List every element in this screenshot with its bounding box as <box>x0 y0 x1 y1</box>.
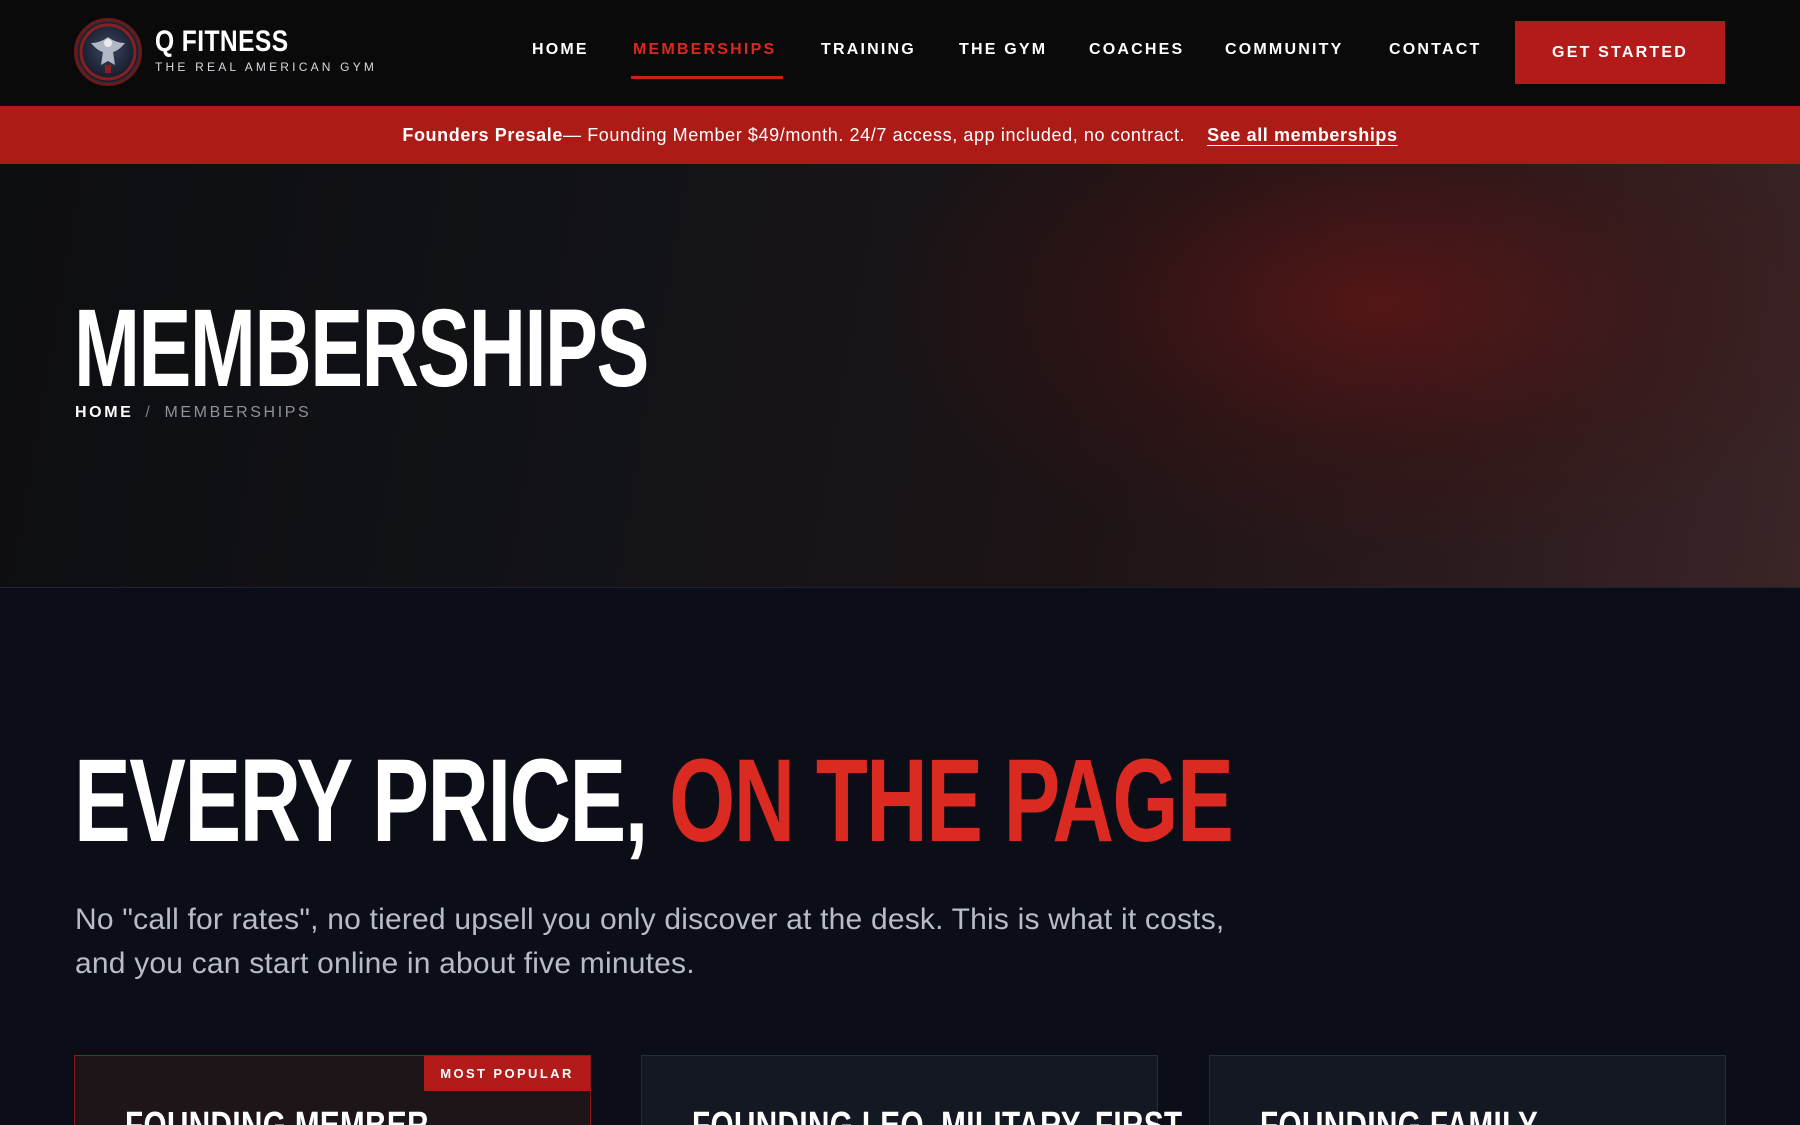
pricing-heading-accent: ON THE PAGE <box>669 735 1234 867</box>
membership-card-founding-leo[interactable]: FOUNDING LEO, MILITARY, FIRST <box>641 1055 1182 1125</box>
pricing-heading: EVERY PRICE, ON THE PAGE <box>74 742 1234 860</box>
card-title: FOUNDING LEO, MILITARY, FIRST <box>692 1106 1182 1125</box>
card-title: FOUNDING MEMBER <box>125 1106 429 1125</box>
nav-item-home[interactable]: HOME <box>532 41 589 59</box>
pricing-heading-main: EVERY PRICE, <box>74 735 670 867</box>
see-all-memberships-link[interactable]: See all memberships <box>1207 125 1398 146</box>
nav-active-indicator <box>631 76 783 79</box>
membership-card-founding-family[interactable]: FOUNDING FAMILY <box>1209 1055 1726 1125</box>
membership-card-founding-member[interactable]: MOST POPULAR FOUNDING MEMBER <box>74 1055 591 1125</box>
promo-text: — Founding Member $49/month. 24/7 access… <box>563 124 1186 145</box>
nav-item-community[interactable]: COMMUNITY <box>1225 41 1343 59</box>
breadcrumb-separator: / <box>145 404 153 421</box>
nav-item-the-gym[interactable]: THE GYM <box>959 41 1047 59</box>
breadcrumb: HOME / MEMBERSHIPS <box>75 404 311 422</box>
card-title: FOUNDING FAMILY <box>1260 1106 1538 1125</box>
page-title: MEMBERSHIPS <box>74 287 649 410</box>
breadcrumb-current: MEMBERSHIPS <box>164 404 312 421</box>
most-popular-badge: MOST POPULAR <box>424 1056 590 1091</box>
promo-title: Founders Presale <box>402 124 564 145</box>
nav-item-coaches[interactable]: COACHES <box>1089 41 1184 59</box>
site-header: Q FITNESS THE REAL AMERICAN GYM HOME MEM… <box>0 0 1800 106</box>
nav-item-memberships[interactable]: MEMBERSHIPS <box>633 41 776 59</box>
page-hero: MEMBERSHIPS HOME / MEMBERSHIPS <box>0 164 1800 588</box>
promo-banner: Founders Presale — Founding Member $49/m… <box>0 106 1800 164</box>
nav-item-contact[interactable]: CONTACT <box>1389 41 1481 59</box>
nav-item-training[interactable]: TRAINING <box>821 41 916 59</box>
breadcrumb-home-link[interactable]: HOME <box>75 404 133 422</box>
get-started-button[interactable]: GET STARTED <box>1515 21 1725 84</box>
pricing-intro: No "call for rates", no tiered upsell yo… <box>75 903 1225 980</box>
